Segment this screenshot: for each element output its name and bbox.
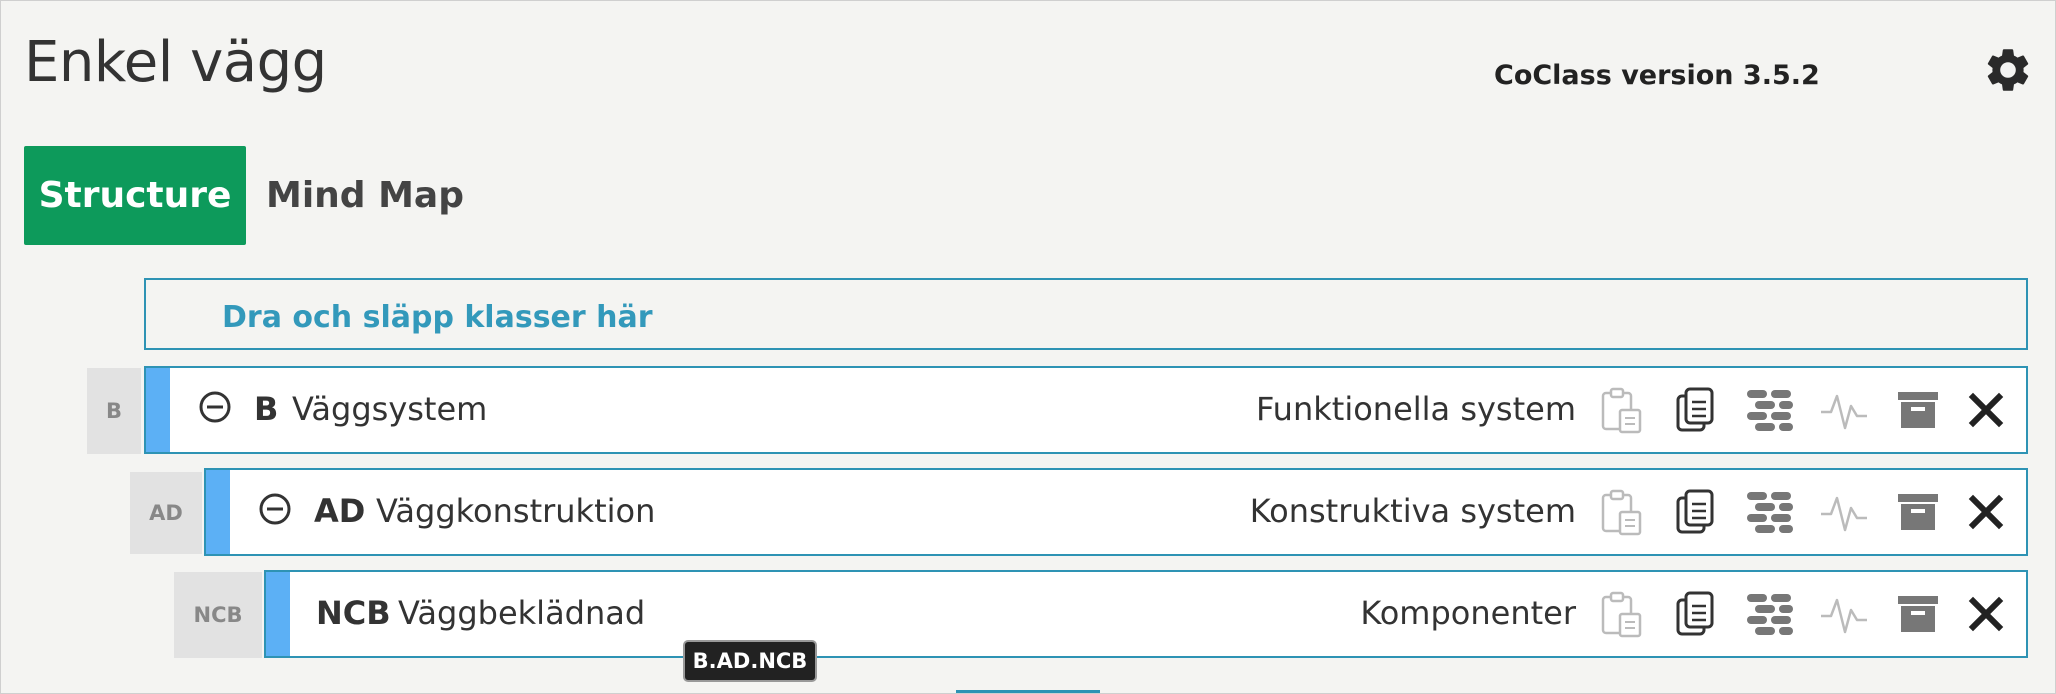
close-icon[interactable] bbox=[1958, 382, 2014, 438]
drop-zone[interactable]: Dra och släpp klasser här bbox=[144, 278, 2028, 350]
tree-row-ncb[interactable]: NCB Väggbeklädnad Komponenter bbox=[264, 570, 2028, 658]
bricks-icon[interactable] bbox=[1742, 484, 1798, 540]
bricks-icon[interactable] bbox=[1742, 382, 1798, 438]
row-category: Funktionella system bbox=[1256, 390, 1576, 428]
activity-icon[interactable] bbox=[1816, 586, 1872, 642]
row-stripe bbox=[266, 572, 290, 656]
minus-circle-icon[interactable] bbox=[258, 492, 292, 526]
tree-row-b[interactable]: B Väggsystem Funktionella system bbox=[144, 366, 2028, 454]
clipboard-icon[interactable] bbox=[1594, 586, 1650, 642]
gear-icon[interactable] bbox=[1982, 44, 2034, 96]
archive-icon[interactable] bbox=[1890, 586, 1946, 642]
drop-zone-label: Dra och släpp klasser här bbox=[222, 300, 653, 335]
row-badge-ad: AD bbox=[130, 472, 202, 554]
row-code: B bbox=[254, 390, 279, 428]
row-badge-ncb: NCB bbox=[174, 572, 262, 658]
row-name: Väggkonstruktion bbox=[376, 492, 656, 530]
row-code: NCB bbox=[316, 594, 391, 632]
close-icon[interactable] bbox=[1958, 484, 2014, 540]
row-stripe bbox=[146, 368, 170, 452]
clipboard-icon[interactable] bbox=[1594, 382, 1650, 438]
copy-icon[interactable] bbox=[1668, 484, 1724, 540]
path-tooltip: B.AD.NCB bbox=[685, 642, 815, 680]
row-stripe bbox=[206, 470, 230, 554]
row-code: AD bbox=[314, 492, 366, 530]
minus-circle-icon[interactable] bbox=[198, 390, 232, 424]
clipboard-icon[interactable] bbox=[1594, 484, 1650, 540]
row-category: Komponenter bbox=[1360, 594, 1576, 632]
copy-icon[interactable] bbox=[1668, 382, 1724, 438]
bricks-icon[interactable] bbox=[1742, 586, 1798, 642]
row-name: Väggsystem bbox=[292, 390, 488, 428]
activity-icon[interactable] bbox=[1816, 382, 1872, 438]
scroll-indicator bbox=[956, 690, 1100, 693]
row-name: Väggbeklädnad bbox=[398, 594, 646, 632]
tab-structure[interactable]: Structure bbox=[24, 146, 246, 245]
archive-icon[interactable] bbox=[1890, 382, 1946, 438]
page-title: Enkel vägg bbox=[24, 30, 327, 95]
copy-icon[interactable] bbox=[1668, 586, 1724, 642]
activity-icon[interactable] bbox=[1816, 484, 1872, 540]
version-label: CoClass version 3.5.2 bbox=[1494, 60, 1820, 91]
archive-icon[interactable] bbox=[1890, 484, 1946, 540]
tab-mind-map[interactable]: Mind Map bbox=[260, 146, 470, 245]
tree-row-ad[interactable]: AD Väggkonstruktion Konstruktiva system bbox=[204, 468, 2028, 556]
row-category: Konstruktiva system bbox=[1249, 492, 1576, 530]
close-icon[interactable] bbox=[1958, 586, 2014, 642]
row-badge-b: B bbox=[87, 368, 141, 454]
